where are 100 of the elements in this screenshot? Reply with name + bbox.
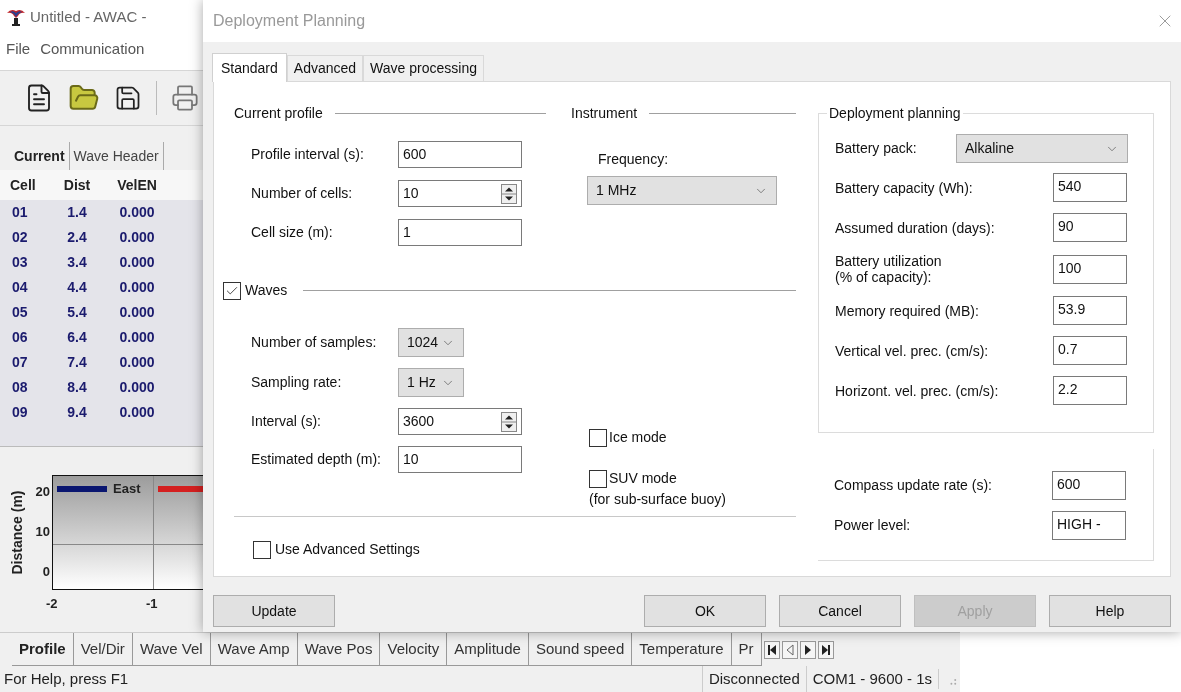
printer-icon[interactable]: [171, 84, 199, 112]
table-cell-text: 0.000: [118, 203, 156, 222]
table-cell-text: 01: [12, 203, 29, 222]
spin-field[interactable]: 10: [398, 180, 522, 207]
menu-item[interactable]: Communication: [40, 37, 145, 61]
field-label: Frequency:: [598, 150, 670, 169]
input-field[interactable]: HIGH -: [1052, 511, 1126, 540]
tab[interactable]: Wave Vel: [132, 633, 211, 666]
tab[interactable]: Wave Pos: [297, 633, 381, 666]
table-cell-text: 03: [12, 253, 29, 272]
table-cell-text: 04: [12, 278, 29, 297]
checkbox-label: Use Advanced Settings: [275, 540, 420, 559]
section-title: Current profile: [234, 103, 323, 123]
table-cell-text: 0.000: [118, 378, 156, 397]
table-cell-text: 02: [12, 228, 29, 247]
field-label: Horizont. vel. prec. (cm/s):: [835, 382, 1000, 399]
checkbox[interactable]: [253, 540, 271, 559]
section-title: Instrument: [571, 103, 638, 123]
note-text: (for sub-surface buoy): [589, 490, 726, 509]
input-field[interactable]: 600: [398, 141, 522, 168]
dialog-button[interactable]: Update: [213, 595, 335, 627]
tab[interactable]: Vel/Dir: [73, 633, 133, 666]
table-cell-text: 4.4: [66, 278, 88, 297]
checkbox[interactable]: [223, 281, 241, 300]
window-title: Deployment Planning: [213, 11, 366, 31]
axis-label: Distance (m): [7, 490, 26, 574]
field-label: Compass update rate (s):: [834, 476, 993, 495]
table-cell-text: 0.000: [118, 253, 156, 272]
tab[interactable]: Amplitude: [447, 633, 529, 666]
field-label: Interval (s):: [251, 412, 322, 431]
dropdown[interactable]: 1024: [398, 328, 464, 357]
tab[interactable]: Wave Amp: [210, 633, 298, 666]
dropdown[interactable]: Alkaline: [956, 134, 1128, 163]
field-label: Estimated depth (m):: [251, 450, 382, 469]
tab[interactable]: Sound speed: [528, 633, 633, 666]
status-panel: Disconnected: [701, 666, 806, 692]
checkbox-label: Ice mode: [609, 428, 667, 447]
checkbox[interactable]: [589, 469, 607, 488]
tick-label: -1: [146, 595, 159, 613]
tick-label: 0: [42, 562, 50, 581]
group-title: Deployment planning: [827, 104, 963, 122]
input-field[interactable]: 0.7: [1053, 336, 1127, 365]
table-cell-text: 0.000: [118, 328, 156, 347]
checkbox-label: Waves: [245, 281, 288, 300]
table-cell-text: 1.4: [66, 203, 88, 222]
dialog-button[interactable]: Cancel: [779, 595, 901, 627]
checkbox-label: SUV mode: [609, 469, 677, 488]
first-page-icon[interactable]: [763, 640, 780, 659]
tab[interactable]: Wave processing: [363, 55, 484, 81]
column-header: Dist: [62, 175, 92, 195]
input-field[interactable]: 53.9: [1053, 296, 1127, 325]
checkbox[interactable]: [589, 428, 607, 447]
input-field[interactable]: 540: [1053, 173, 1127, 202]
field-label: Battery utilization (% of capacity):: [835, 253, 943, 285]
logo-icon: [6, 7, 26, 27]
next-icon[interactable]: [799, 640, 816, 659]
tab[interactable]: Temperature: [632, 633, 732, 666]
legend-label: East: [113, 480, 141, 498]
input-field[interactable]: 1: [398, 219, 522, 246]
table-cell-text: 0.000: [118, 303, 156, 322]
input-field[interactable]: 10: [398, 446, 522, 473]
table-cell-text: 8.4: [66, 378, 88, 397]
spinner-icon[interactable]: [501, 183, 517, 204]
input-field[interactable]: 600: [1052, 471, 1126, 500]
field-label: Profile interval (s):: [251, 145, 365, 164]
tab[interactable]: Profile: [12, 633, 74, 666]
dialog-button[interactable]: Help: [1049, 595, 1171, 627]
dropdown[interactable]: 1 MHz: [587, 176, 777, 205]
menu-item[interactable]: File: [6, 37, 31, 61]
last-page-icon[interactable]: [817, 640, 834, 659]
spin-field[interactable]: 3600: [398, 408, 522, 435]
input-field[interactable]: 90: [1053, 213, 1127, 242]
table-cell-text: 2.4: [66, 228, 88, 247]
table-cell-text: 06: [12, 328, 29, 347]
dialog-button[interactable]: OK: [644, 595, 766, 627]
field-label: Battery pack:: [835, 139, 918, 158]
table-cell-text: 05: [12, 303, 29, 322]
table-cell-text: 5.4: [66, 303, 88, 322]
field-label: Number of cells:: [251, 184, 354, 203]
column-header: VelEN: [116, 175, 158, 195]
save-icon[interactable]: [114, 84, 142, 112]
table-cell-text: 0.000: [118, 228, 156, 247]
table-cell-text: 6.4: [66, 328, 88, 347]
tab[interactable]: Advanced: [286, 55, 364, 81]
status-message: For Help, press F1: [3, 668, 130, 689]
input-field[interactable]: 100: [1053, 254, 1127, 284]
table-cell-text: 7.4: [66, 353, 88, 372]
spinner-icon[interactable]: [501, 411, 517, 432]
field-label: Sampling rate:: [251, 373, 343, 392]
table-cell-text: 07: [12, 353, 29, 372]
table-cell-text: 08: [12, 378, 29, 397]
window-title: Untitled - AWAC -: [30, 6, 147, 27]
field-label: Battery capacity (Wh):: [835, 179, 974, 196]
tab[interactable]: Standard: [212, 53, 287, 82]
tab[interactable]: Pr: [731, 633, 762, 666]
field-label: Number of samples:: [251, 333, 378, 352]
tick-label: -2: [46, 595, 59, 613]
tab[interactable]: Velocity: [380, 633, 448, 666]
dropdown[interactable]: 1 Hz: [398, 368, 464, 397]
input-field[interactable]: 2.2: [1053, 376, 1127, 405]
